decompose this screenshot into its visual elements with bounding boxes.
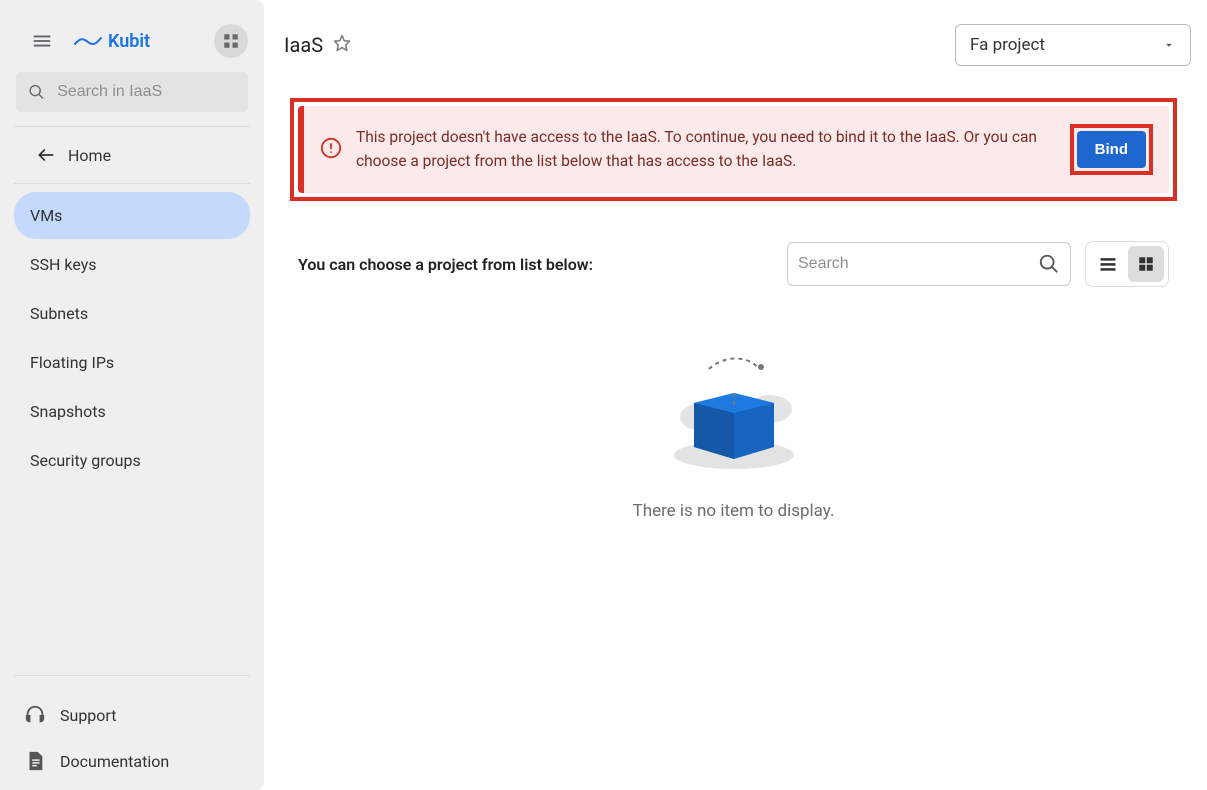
nav-item-ssh-keys[interactable]: SSH keys [14, 241, 250, 288]
access-alert: This project doesn't have access to the … [298, 106, 1169, 193]
project-list-title: You can choose a project from list below… [298, 255, 593, 274]
empty-box-illustration [654, 337, 814, 477]
sidebar-bottom: Support Documentation [14, 675, 250, 784]
documentation-label: Documentation [60, 752, 169, 771]
search-icon [1038, 253, 1060, 275]
nav-item-label: SSH keys [30, 255, 97, 274]
project-selected-label: Fa project [970, 35, 1045, 55]
nav-item-label: Snapshots [30, 402, 106, 421]
nav-list: VMs SSH keys Subnets Floating IPs Snapsh… [0, 184, 264, 675]
list-icon [1098, 254, 1118, 274]
nav-item-label: Floating IPs [30, 353, 114, 372]
nav-item-subnets[interactable]: Subnets [14, 290, 250, 337]
grid-icon [222, 32, 240, 50]
empty-state: There is no item to display. [276, 287, 1191, 521]
alert-highlight-frame: This project doesn't have access to the … [290, 98, 1177, 201]
nav-item-floating-ips[interactable]: Floating IPs [14, 339, 250, 386]
support-label: Support [60, 706, 116, 725]
documentation-link[interactable]: Documentation [14, 738, 250, 784]
content-card: This project doesn't have access to the … [276, 84, 1191, 561]
nav-home[interactable]: Home [14, 127, 250, 184]
support-link[interactable]: Support [14, 692, 250, 738]
brand-name: Kubit [108, 31, 150, 52]
main: IaaS Fa project This project doesn't hav… [264, 0, 1207, 790]
page-title: IaaS [284, 33, 323, 57]
grid-icon [1137, 255, 1155, 273]
favorite-button[interactable] [333, 34, 351, 56]
sidebar-header: Kubit [0, 0, 264, 72]
menu-toggle-button[interactable] [30, 29, 54, 53]
nav-item-label: Subnets [30, 304, 88, 323]
star-outline-icon [333, 34, 351, 52]
bind-button-highlight-frame: Bind [1070, 124, 1153, 175]
sidebar: Kubit Home VMs SSH keys Subnets Floating… [0, 0, 264, 790]
nav-home-label: Home [68, 146, 111, 165]
error-icon [320, 137, 342, 163]
alert-text: This project doesn't have access to the … [356, 126, 1056, 173]
main-header: IaaS Fa project [276, 0, 1191, 76]
sidebar-search[interactable] [16, 72, 248, 112]
project-search[interactable] [787, 242, 1071, 286]
arrow-left-icon [36, 145, 56, 165]
grid-view-button[interactable] [1128, 246, 1164, 282]
hamburger-icon [31, 30, 53, 52]
search-icon [28, 82, 45, 102]
bind-button[interactable]: Bind [1077, 131, 1146, 168]
headset-icon [24, 704, 46, 726]
brand-wave-icon [74, 34, 102, 48]
project-search-input[interactable] [798, 255, 1038, 273]
project-list-header: You can choose a project from list below… [276, 201, 1191, 287]
chevron-down-icon [1162, 38, 1176, 52]
list-view-button[interactable] [1090, 246, 1126, 282]
nav-item-security-groups[interactable]: Security groups [14, 437, 250, 484]
nav-item-label: VMs [30, 206, 62, 225]
view-toggle [1085, 241, 1169, 287]
app-switcher-button[interactable] [214, 24, 248, 58]
sidebar-search-input[interactable] [57, 83, 236, 101]
nav-item-vms[interactable]: VMs [14, 192, 250, 239]
nav-item-label: Security groups [30, 451, 141, 470]
project-selector[interactable]: Fa project [955, 24, 1191, 66]
document-icon [24, 750, 46, 772]
brand-logo[interactable]: Kubit [74, 31, 194, 52]
nav-item-snapshots[interactable]: Snapshots [14, 388, 250, 435]
empty-state-text: There is no item to display. [633, 501, 835, 521]
